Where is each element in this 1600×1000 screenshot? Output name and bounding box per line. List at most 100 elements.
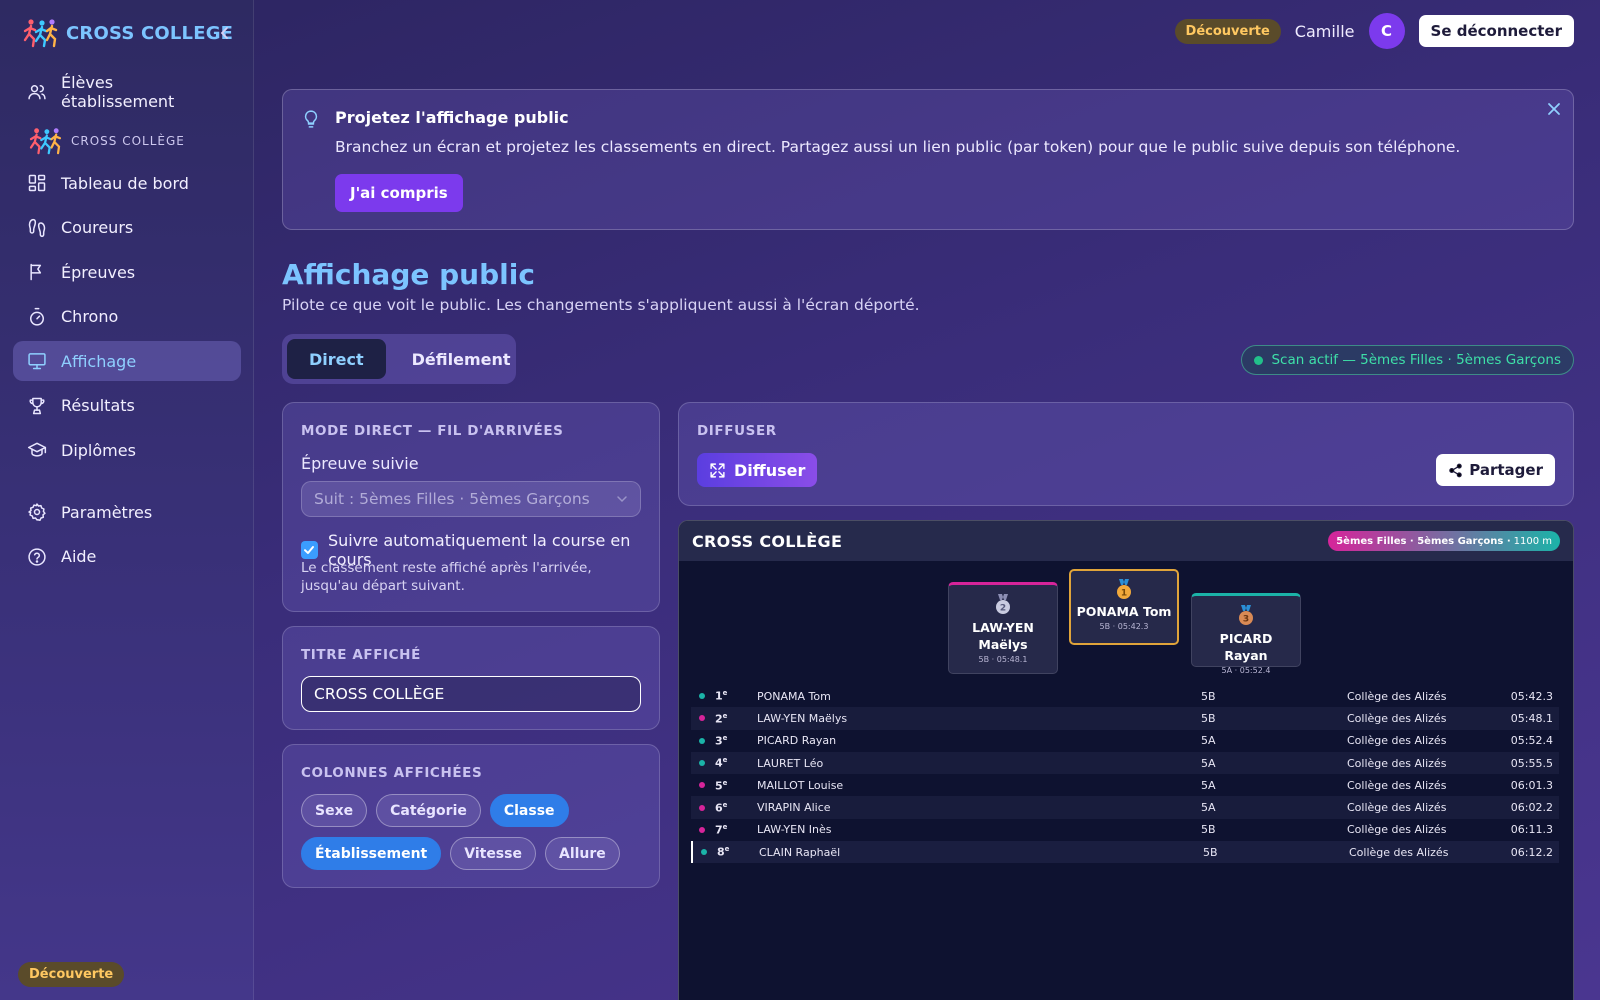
users-icon xyxy=(28,85,46,100)
sidebar-item-label: Diplômes xyxy=(61,440,136,460)
sidebar-item-aide[interactable]: Aide xyxy=(13,537,241,577)
rank-suffix: e xyxy=(722,800,728,809)
chip-classe[interactable]: Classe xyxy=(489,794,569,827)
runner-time: 05:42.3 xyxy=(1510,689,1553,703)
runner-name: LAURET Léo xyxy=(757,756,824,770)
close-banner-button[interactable] xyxy=(1547,102,1561,116)
monitor-icon xyxy=(28,353,46,370)
rank-number: 3 xyxy=(715,734,723,748)
diffuser-label: Diffuser xyxy=(734,460,806,480)
status-dot xyxy=(1254,355,1264,365)
expand-icon xyxy=(710,462,725,478)
runner-class: 5B xyxy=(1201,689,1216,703)
trophy-icon xyxy=(29,397,45,414)
runner-class: 5B xyxy=(1201,711,1216,725)
chip-vitesse[interactable]: Vitesse xyxy=(450,837,536,870)
sex-dot xyxy=(699,737,705,744)
sex-dot xyxy=(701,849,707,856)
sidebar-nav-top: Élèves établissement xyxy=(13,72,241,117)
podium-meta: 5B · 05:48.1 xyxy=(978,655,1028,664)
podium-second: 2 LAW-YEN Maëlys 5B · 05:48.1 xyxy=(948,582,1058,674)
chevron-down-icon xyxy=(617,496,627,503)
sex-dot xyxy=(699,693,705,700)
medal-number: 2 xyxy=(1000,604,1006,614)
logout-button[interactable]: Se déconnecter xyxy=(1418,15,1574,47)
sex-dot xyxy=(699,760,705,767)
ranking-list: 1e PONAMA Tom 5B Collège des Alizés 05:42.3 … xyxy=(691,685,1559,864)
sidebar-item-label: Coureurs xyxy=(61,218,134,237)
runner-time: 06:12.2 xyxy=(1510,845,1553,859)
runner-school: Collège des Alizés xyxy=(1347,734,1447,748)
race-select[interactable]: Suit : 5èmes Filles · 5èmes Garçons xyxy=(301,481,641,517)
rank-number: 6 xyxy=(715,801,723,815)
rank: 1e xyxy=(715,689,727,703)
sidebar-nav-main: Tableau de bord Coureurs Épreuves Chrono… xyxy=(13,163,241,475)
avatar[interactable]: C xyxy=(1368,13,1405,49)
title-card: TITRE AFFICHÉ CROSS COLLÈGE xyxy=(282,626,660,730)
diffuser-button[interactable]: Diffuser xyxy=(697,453,818,487)
chip-sexe[interactable]: Sexe xyxy=(301,794,368,827)
sidebar-item-epreuves[interactable]: Épreuves xyxy=(13,252,241,292)
sidebar-item-eleves[interactable]: Élèves établissement xyxy=(13,72,241,112)
runner-name: CLAIN Raphaël xyxy=(759,845,841,859)
collapse-sidebar-button[interactable] xyxy=(214,22,236,44)
runner-time: 05:52.4 xyxy=(1510,734,1553,748)
top-bar: Découverte Camille C Se déconnecter xyxy=(1174,13,1574,49)
share-button[interactable]: Partager xyxy=(1436,454,1555,486)
sidebar-item-affichage[interactable]: Affichage xyxy=(13,341,241,381)
runner-name: MAILLOT Louise xyxy=(757,778,844,792)
rank: 6e xyxy=(715,801,727,815)
sex-dot xyxy=(699,804,705,811)
runner-class: 5A xyxy=(1201,778,1216,792)
sidebar-item-label: Tableau de bord xyxy=(61,173,189,193)
card-label: TITRE AFFICHÉ xyxy=(301,647,421,663)
flag-icon xyxy=(30,263,42,281)
sidebar-item-parametres[interactable]: Paramètres xyxy=(13,492,241,532)
auto-follow-checkbox[interactable] xyxy=(301,541,318,559)
plan-badge: Découverte xyxy=(18,962,125,987)
runner-school: Collège des Alizés xyxy=(1347,756,1447,770)
runner-name: VIRAPIN Alice xyxy=(757,801,831,815)
sidebar-section-label: CROSS COLLÈGE xyxy=(71,134,185,148)
runner-time: 05:48.1 xyxy=(1510,711,1553,725)
page-subtitle: Pilote ce que voit le public. Les change… xyxy=(282,296,920,314)
board-title: CROSS COLLÈGE xyxy=(692,531,843,551)
runner-time: 06:11.3 xyxy=(1510,823,1553,837)
runner-name: LAW-YEN Inès xyxy=(757,823,832,837)
runners-logo-icon xyxy=(29,128,62,155)
sidebar-item-label: Épreuves xyxy=(61,262,136,282)
sidebar-item-chrono[interactable]: Chrono xyxy=(13,297,241,337)
sidebar-item-label: Chrono xyxy=(61,307,119,326)
brand[interactable]: CROSS COLLEGE xyxy=(22,18,233,48)
rank-suffix: e xyxy=(724,845,730,854)
rank-number: 8 xyxy=(717,846,725,860)
runner-time: 06:01.3 xyxy=(1510,778,1553,792)
graduation-cap-icon xyxy=(27,442,47,457)
gear-icon xyxy=(28,503,46,521)
sidebar-item-resultats[interactable]: Résultats xyxy=(13,386,241,426)
hint-text: Le classement reste affiché après l'arri… xyxy=(301,560,592,594)
dismiss-banner-button[interactable]: J'ai compris xyxy=(335,174,463,212)
chip-allure[interactable]: Allure xyxy=(544,837,620,870)
race-select-value: Suit : 5èmes Filles · 5èmes Garçons xyxy=(314,490,590,508)
runner-class: 5A xyxy=(1201,801,1216,815)
sidebar-item-diplomes[interactable]: Diplômes xyxy=(13,430,241,470)
chip-categorie[interactable]: Catégorie xyxy=(376,794,481,827)
sidebar-section: CROSS COLLÈGE xyxy=(13,121,199,161)
runner-time: 05:55.5 xyxy=(1510,756,1553,770)
sidebar-item-dashboard[interactable]: Tableau de bord xyxy=(13,163,241,203)
plan-badge: Découverte xyxy=(1174,18,1281,44)
board-header: CROSS COLLÈGE 5èmes Filles · 5èmes Garço… xyxy=(679,521,1573,561)
runner-school: Collège des Alizés xyxy=(1347,711,1447,725)
direct-mode-card: MODE DIRECT — FIL D'ARRIVÉES Épreuve sui… xyxy=(282,402,660,612)
chevron-left-icon xyxy=(220,27,228,39)
sidebar-item-coureurs[interactable]: Coureurs xyxy=(13,208,241,248)
lightbulb-icon xyxy=(304,110,318,128)
tab-defilement[interactable]: Défilement xyxy=(390,339,533,379)
podium-third: 3 PICARD Rayan 5A · 05:52.4 xyxy=(1191,593,1301,675)
tab-direct[interactable]: Direct xyxy=(287,339,386,379)
banner-title: Projetez l'affichage public xyxy=(335,108,569,127)
check-icon xyxy=(304,546,315,554)
title-input[interactable]: CROSS COLLÈGE xyxy=(301,676,641,712)
chip-etablissement[interactable]: Établissement xyxy=(301,837,442,870)
